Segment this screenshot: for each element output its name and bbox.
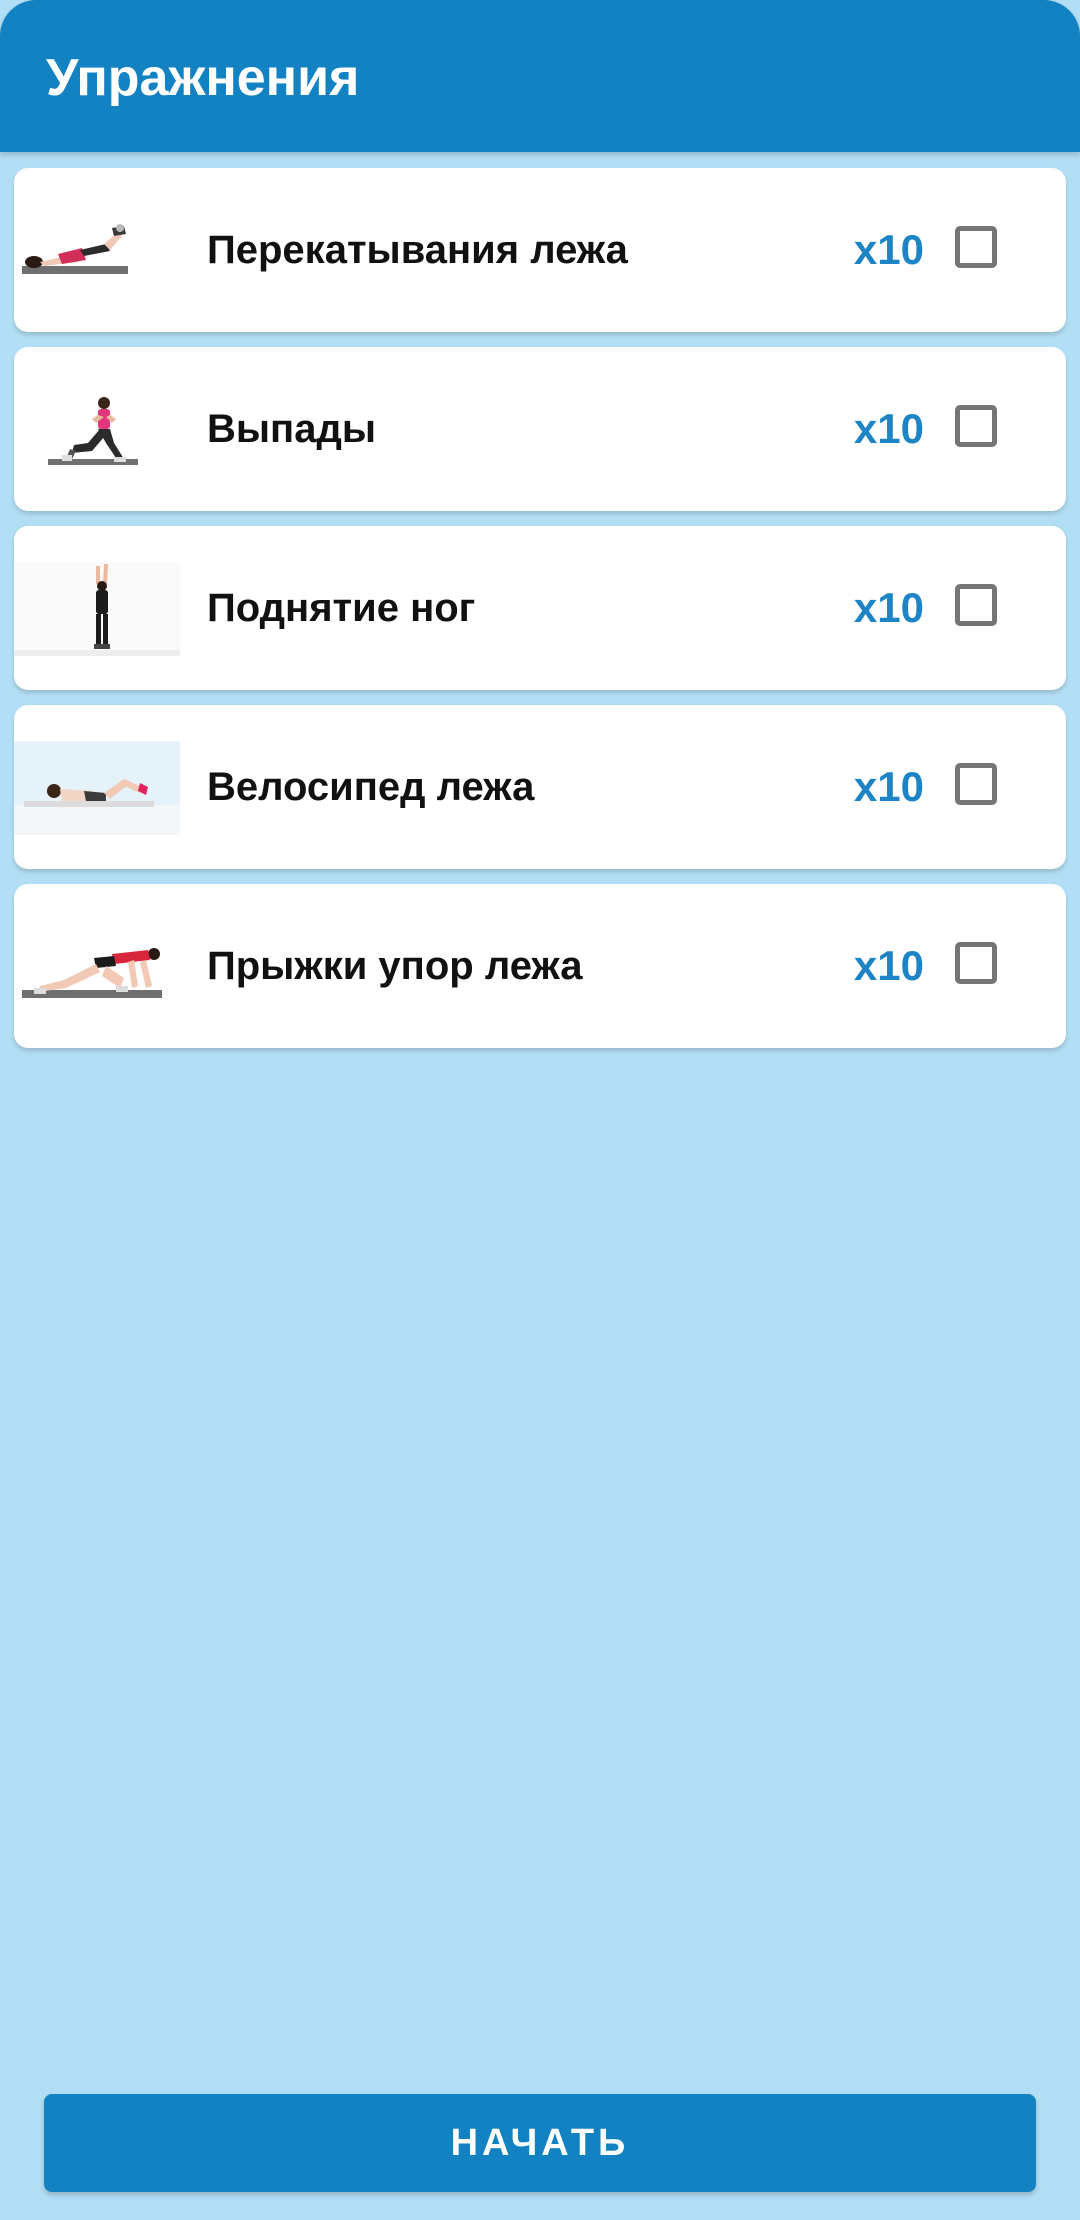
exercise-item[interactable]: Перекатывания лежа x10 <box>14 168 1066 332</box>
exercise-list: Перекатывания лежа x10 Выпады x10 Поднят… <box>14 168 1066 1063</box>
lunges-exercise-image <box>14 383 180 477</box>
exercise-reps: x10 <box>853 405 924 452</box>
mountain-climber-exercise-image <box>14 920 180 1014</box>
exercise-name: Поднятие ног <box>207 586 476 630</box>
exercise-name: Прыжки упор лежа <box>207 944 583 988</box>
page-title: Упражнения <box>46 49 360 107</box>
bicycle-crunch-exercise-image <box>14 741 180 835</box>
app-bar: Упражнения <box>0 0 1080 152</box>
exercise-reps: x10 <box>853 584 924 631</box>
leg-raise-exercise-image <box>14 562 180 656</box>
exercise-checkbox[interactable] <box>955 405 997 447</box>
exercise-item[interactable]: Выпады x10 <box>14 347 1066 511</box>
exercise-name: Перекатывания лежа <box>207 228 628 272</box>
exercise-name: Выпады <box>207 407 377 451</box>
lying-roll-exercise-image <box>14 204 180 298</box>
exercise-reps: x10 <box>853 763 924 810</box>
exercise-checkbox[interactable] <box>955 942 997 984</box>
start-button[interactable]: НАЧАТЬ <box>44 2094 1036 2192</box>
exercise-item[interactable]: Прыжки упор лежа x10 <box>14 884 1066 1048</box>
exercise-reps: x10 <box>853 942 924 989</box>
exercise-checkbox[interactable] <box>955 584 997 626</box>
exercise-name: Велосипед лежа <box>207 765 535 809</box>
exercise-item[interactable]: Поднятие ног x10 <box>14 526 1066 690</box>
exercise-checkbox[interactable] <box>955 763 997 805</box>
exercise-item[interactable]: Велосипед лежа x10 <box>14 705 1066 869</box>
exercise-reps: x10 <box>853 226 924 273</box>
exercise-checkbox[interactable] <box>955 226 997 268</box>
